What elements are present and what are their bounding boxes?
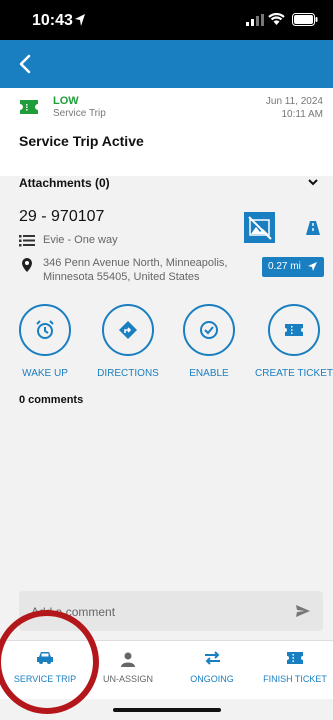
- attachments-toggle[interactable]: Attachments (0): [0, 176, 333, 196]
- driver-label: Evie - One way: [43, 234, 118, 246]
- location-arrow-icon: [75, 14, 85, 26]
- action-row: WAKE UP DIRECTIONS ENABLE CREATE TICKET: [0, 304, 333, 384]
- directions-button[interactable]: [102, 304, 154, 356]
- status-bar: 10:43: [0, 0, 333, 40]
- trip-header-card: LOW Service Trip Jun 11, 2024 10:11 AM S…: [0, 88, 333, 176]
- nav-un-assign[interactable]: UN-ASSIGN: [90, 641, 166, 699]
- signal-icon: [246, 14, 264, 26]
- distance-navigate-button[interactable]: 0.27 mi: [262, 257, 324, 277]
- list-icon: [19, 235, 35, 247]
- directions-label: DIRECTIONS: [97, 368, 159, 379]
- alarm-clock-icon: [36, 320, 54, 339]
- comment-input[interactable]: [29, 601, 283, 623]
- bottom-nav: SERVICE TRIP UN-ASSIGN ONGOING FINISH TI…: [0, 640, 333, 699]
- swap-arrows-icon: [205, 651, 220, 665]
- status-time: 10:43: [32, 12, 73, 29]
- wake-up-label: WAKE UP: [22, 368, 68, 379]
- person-icon: [121, 652, 135, 667]
- enable-button[interactable]: [183, 304, 235, 356]
- car-icon: [37, 652, 53, 664]
- chevron-down-icon: [308, 179, 318, 186]
- page-title: Service Trip Active: [19, 133, 144, 149]
- road-icon[interactable]: [305, 220, 321, 236]
- nav-un-assign-label: UN-ASSIGN: [102, 674, 154, 684]
- enable-label: ENABLE: [189, 368, 229, 379]
- nav-service-trip-label: SERVICE TRIP: [13, 674, 77, 684]
- send-icon[interactable]: [295, 604, 311, 618]
- create-ticket-button[interactable]: [268, 304, 320, 356]
- navigate-arrow-icon: [308, 262, 317, 271]
- trip-type-label: Service Trip: [53, 108, 106, 119]
- no-photo-button[interactable]: [244, 212, 275, 243]
- ticket-icon: [285, 324, 303, 336]
- wake-up-button[interactable]: [19, 304, 71, 356]
- nav-finish-ticket[interactable]: FINISH TICKET: [246, 641, 333, 699]
- trip-time: 10:11 AM: [281, 109, 323, 120]
- home-indicator[interactable]: [113, 708, 221, 712]
- nav-ongoing[interactable]: ONGOING: [166, 641, 246, 699]
- trip-datetime: Jun 11, 2024 10:11 AM: [266, 95, 323, 121]
- check-circle-icon: [200, 321, 218, 339]
- priority-label: LOW: [53, 95, 79, 107]
- wifi-icon: [268, 13, 285, 25]
- nav-finish-ticket-label: FINISH TICKET: [263, 674, 327, 684]
- image-off-icon: [248, 216, 272, 240]
- ticket-icon: [287, 652, 303, 664]
- comments-count: 0 comments: [19, 394, 84, 406]
- comment-box: [19, 591, 323, 631]
- back-arrow-icon[interactable]: [14, 52, 38, 76]
- ticket-number: 29 - 970107: [19, 208, 105, 225]
- nav-ongoing-label: ONGOING: [190, 674, 234, 684]
- create-ticket-label: CREATE TICKET: [255, 368, 333, 379]
- battery-icon: [292, 13, 318, 26]
- nav-service-trip[interactable]: SERVICE TRIP: [0, 641, 90, 699]
- distance-label: 0.27 mi: [268, 261, 301, 272]
- app-bar: [0, 40, 333, 88]
- trip-date: Jun 11, 2024: [265, 96, 323, 107]
- address-label: 346 Penn Avenue North, Minneapolis, Minn…: [43, 257, 228, 283]
- ticket-icon: [20, 100, 38, 114]
- map-pin-icon: [22, 258, 32, 272]
- directions-icon: [119, 321, 137, 339]
- attachments-label: Attachments (0): [19, 176, 110, 190]
